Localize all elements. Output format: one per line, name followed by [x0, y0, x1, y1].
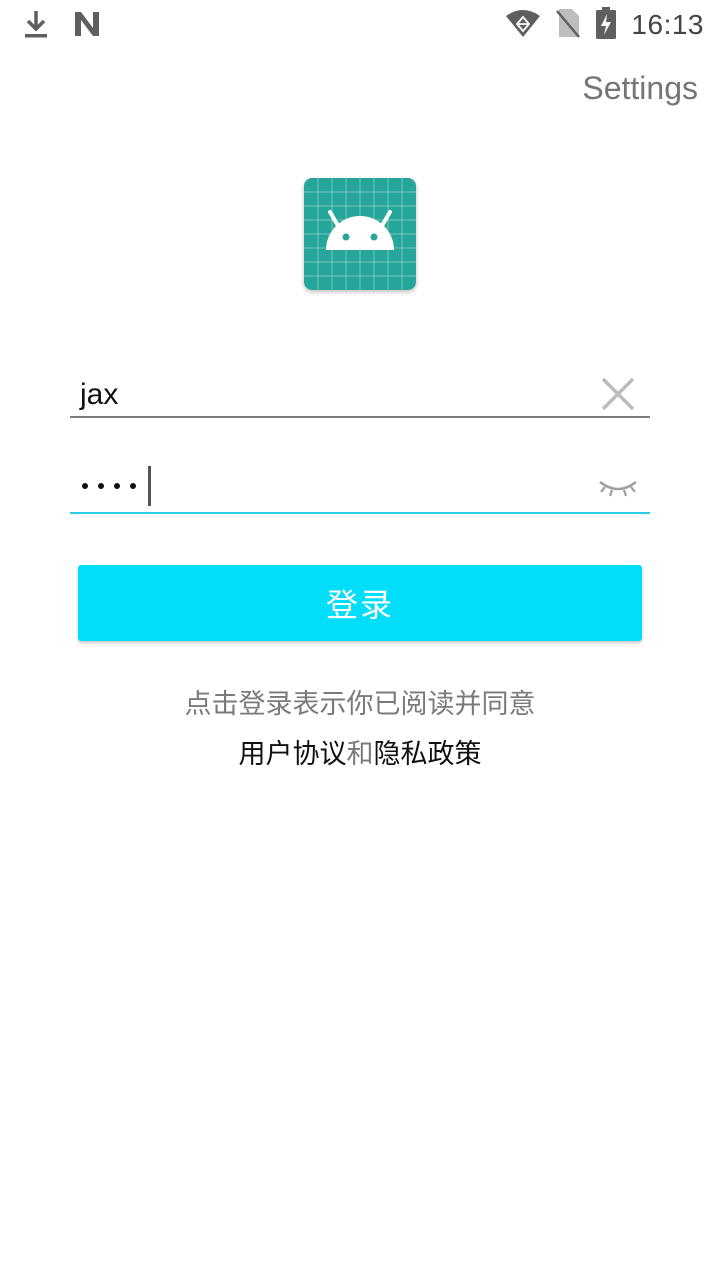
password-input[interactable]	[82, 466, 151, 506]
android-app-icon	[304, 178, 416, 290]
eye-closed-icon[interactable]	[598, 476, 638, 500]
agreement-links: 用户协议和隐私政策	[0, 732, 720, 771]
status-bar: 16:13	[0, 0, 720, 48]
password-field[interactable]	[70, 456, 650, 514]
n-notification-icon	[72, 9, 102, 43]
password-dot	[82, 483, 88, 489]
agreement-conjunction: 和	[346, 739, 374, 770]
user-agreement-link[interactable]: 用户协议	[239, 739, 347, 770]
status-bar-left	[22, 8, 102, 44]
settings-button[interactable]: Settings	[582, 70, 698, 107]
username-field[interactable]: jax	[70, 360, 650, 418]
password-dot	[114, 483, 120, 489]
download-icon	[22, 8, 50, 44]
text-caret	[148, 466, 151, 506]
password-dot	[130, 483, 136, 489]
no-sim-icon	[555, 7, 581, 43]
agreement-prefix: 点击登录表示你已阅读并同意	[184, 689, 536, 720]
privacy-policy-link[interactable]: 隐私政策	[374, 739, 482, 770]
battery-charging-icon	[595, 6, 617, 44]
username-input[interactable]: jax	[80, 378, 118, 412]
status-time: 16:13	[631, 9, 704, 40]
close-icon[interactable]	[600, 376, 636, 412]
wifi-icon	[505, 8, 541, 42]
login-button[interactable]: 登录	[78, 565, 642, 641]
password-dot	[98, 483, 104, 489]
status-bar-right: 16:13	[505, 6, 704, 44]
